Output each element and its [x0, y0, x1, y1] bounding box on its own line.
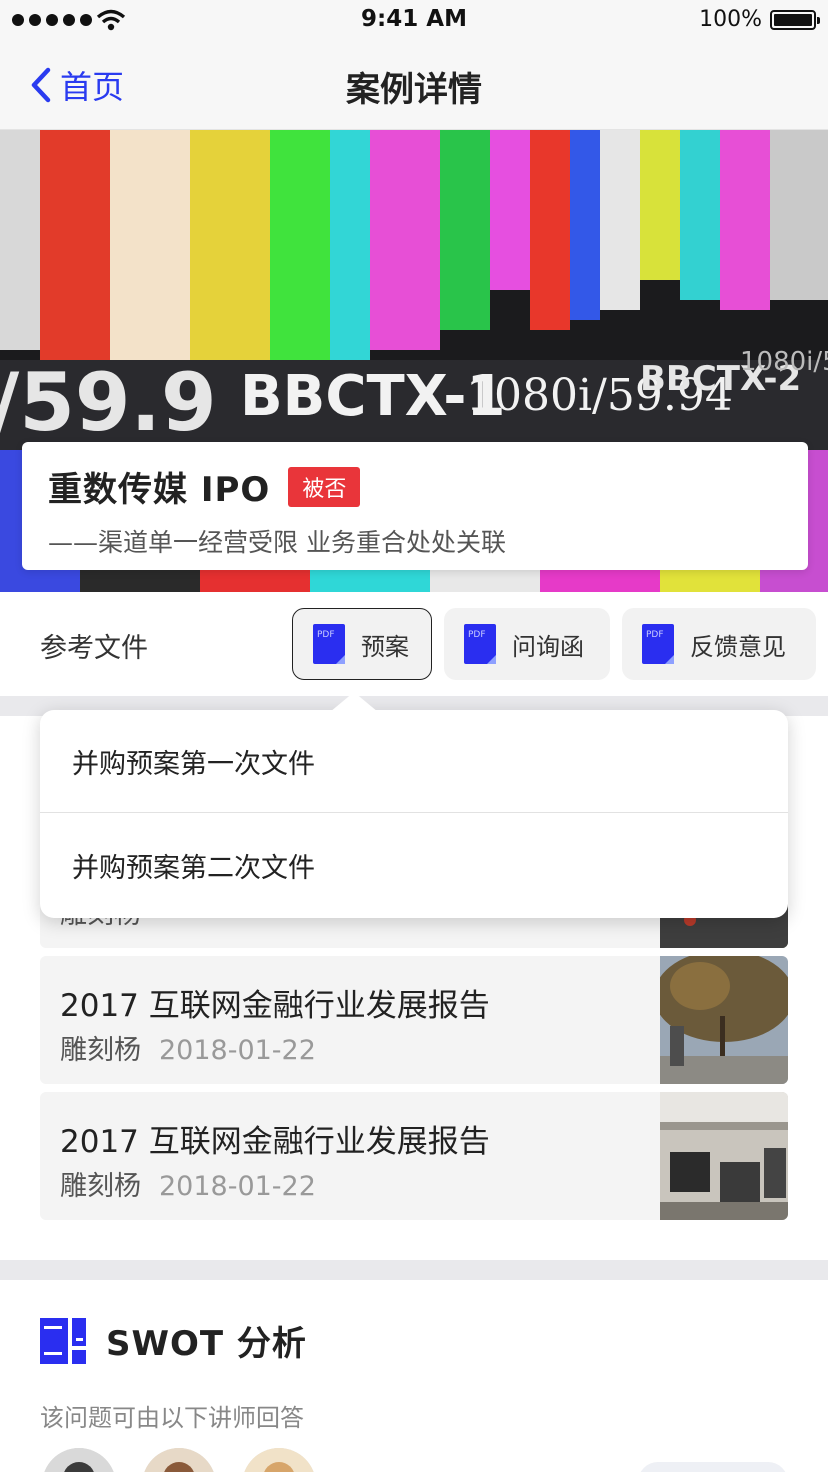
article-author: 雕刻杨	[60, 1171, 141, 1202]
avatar[interactable]	[42, 1448, 116, 1472]
dropdown-item-first-doc[interactable]: 并购预案第一次文件	[40, 710, 788, 813]
status-bar: 9:41 AM 100%	[0, 0, 828, 40]
article-item[interactable]: 2017 互联网金融行业发展报告 雕刻杨 2018-01-22	[40, 1092, 788, 1220]
case-title-row: 重数传媒 IPO 被否	[48, 462, 782, 511]
svg-text:1080i/59: 1080i/59	[740, 347, 828, 377]
case-subtitle: ——渠道单一经营受限 业务重合处处关联	[48, 528, 506, 557]
article-meta: 雕刻杨 2018-01-22	[60, 1164, 316, 1203]
doc-dropdown-menu: 并购预案第一次文件 并购预案第二次文件	[40, 692, 788, 918]
doc-button-label: 预案	[361, 632, 409, 661]
article-thumbnail	[660, 1092, 788, 1220]
swot-title: SWOT 分析	[106, 1324, 307, 1364]
article-date: 2018-01-22	[159, 1035, 316, 1066]
article-author: 雕刻杨	[60, 1035, 141, 1066]
avatar[interactable]	[242, 1448, 316, 1472]
doc-button-feedback[interactable]: PDF 反馈意见	[622, 608, 816, 680]
dropdown-item-second-doc[interactable]: 并购预案第二次文件	[40, 814, 788, 917]
avatar[interactable]	[142, 1448, 216, 1472]
swot-section: SWOT 分析 该问题可由以下讲师回答	[0, 1280, 828, 1472]
nav-bar: 首页 案例详情	[0, 40, 828, 130]
article-meta: 雕刻杨 2018-01-22	[60, 1028, 316, 1067]
article-item[interactable]: 2017 互联网金融行业发展报告 雕刻杨 2018-01-22	[40, 956, 788, 1084]
page-title: 案例详情	[346, 70, 482, 110]
doc-button-label: 反馈意见	[690, 632, 786, 661]
svg-text:/59.9: /59.9	[0, 356, 217, 449]
doc-button-inquiry[interactable]: PDF 问询函	[444, 608, 610, 680]
pdf-icon: PDF	[464, 624, 496, 664]
case-title: 重数传媒 IPO	[48, 470, 271, 510]
battery-icon	[770, 10, 820, 30]
pdf-icon: PDF	[313, 624, 345, 664]
section-divider	[0, 1260, 828, 1280]
doc-button-proposal[interactable]: PDF 预案	[292, 608, 432, 680]
article-thumbnail	[660, 956, 788, 1084]
status-badge: 被否	[288, 466, 361, 507]
article-title: 2017 互联网金融行业发展报告	[60, 988, 490, 1024]
pdf-icon: PDF	[642, 624, 674, 664]
reference-files-row: 参考文件 PDF 预案 PDF 问询函 PDF 反馈意见	[0, 592, 828, 696]
popover-arrow	[330, 692, 378, 712]
swot-icon	[40, 1317, 86, 1364]
reference-files-label: 参考文件	[40, 633, 148, 664]
case-info-card: 重数传媒 IPO 被否 ——渠道单一经营受限 业务重合处处关联	[22, 442, 808, 570]
swot-description: 该问题可由以下讲师回答	[40, 1404, 304, 1432]
battery-percent: 100%	[699, 7, 762, 32]
more-button[interactable]	[638, 1462, 788, 1472]
swot-header: SWOT 分析	[40, 1316, 307, 1365]
doc-button-label: 问询函	[512, 632, 584, 661]
article-title: 2017 互联网金融行业发展报告	[60, 1124, 490, 1160]
article-date: 2018-01-22	[159, 1171, 316, 1202]
